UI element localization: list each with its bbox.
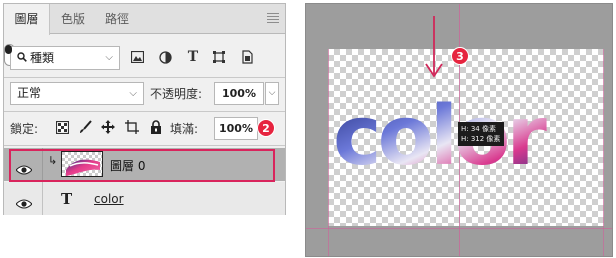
opacity-slider-toggle[interactable]: ⌵: [265, 82, 279, 105]
measurement-line-1: H: 34 像素: [461, 125, 496, 133]
panel-tab-bar: 圖層 色版 路徑: [4, 4, 285, 35]
tab-channels[interactable]: 色版: [52, 4, 94, 34]
chevron-down-icon: ⌵: [105, 52, 113, 63]
adjustment-filter-icon[interactable]: [157, 49, 173, 65]
measurement-tooltip: H: 34 像素 H: 312 像素: [458, 122, 504, 146]
layers-panel: 圖層 色版 路徑 種類 ⌵ T 正常 ⌵ 不透明度: 100% ⌵ 鎖定: 填滿…: [3, 3, 286, 215]
fill-label: 填滿:: [170, 122, 199, 136]
layer-filter-row: 種類 ⌵ T: [4, 44, 285, 74]
step-callout-3: 3: [451, 47, 469, 65]
lock-all-icon[interactable]: [148, 119, 164, 135]
lock-position-icon[interactable]: [100, 119, 116, 135]
image-filter-icon[interactable]: [129, 49, 145, 65]
smart-object-filter-icon[interactable]: [239, 49, 255, 65]
eye-icon[interactable]: [15, 194, 33, 209]
lock-paint-icon[interactable]: [77, 119, 93, 135]
type-filter-icon[interactable]: T: [185, 49, 201, 65]
layer-name[interactable]: color: [94, 192, 124, 206]
lock-row: 鎖定: 填滿: 100% 2: [4, 114, 285, 142]
tab-layers[interactable]: 圖層: [4, 4, 50, 35]
divider: [4, 77, 285, 78]
lock-artboard-icon[interactable]: [124, 119, 140, 135]
layer-row-text[interactable]: T color: [4, 182, 285, 215]
measurement-line-2: H: 312 像素: [461, 135, 501, 143]
blend-mode-value: 正常: [17, 86, 42, 100]
divider: [42, 182, 43, 215]
divider: [4, 111, 285, 112]
lock-label: 鎖定:: [10, 122, 39, 136]
hamburger-icon[interactable]: [267, 13, 279, 23]
shape-filter-icon[interactable]: [211, 49, 227, 65]
lock-transparent-icon[interactable]: [54, 119, 70, 135]
divider: [4, 145, 285, 146]
chevron-down-icon: ⌵: [129, 88, 137, 99]
filter-kind-label: 種類: [30, 51, 55, 65]
type-layer-icon: T: [61, 190, 73, 208]
selection-highlight: [9, 149, 275, 182]
search-icon: [17, 47, 27, 69]
fill-input[interactable]: 100%: [214, 117, 258, 140]
canvas-view[interactable]: color 3 H: 34 像素 H: 312 像素: [305, 3, 613, 257]
opacity-label: 不透明度:: [150, 87, 203, 101]
step-callout-2: 2: [257, 119, 275, 137]
blend-row: 正常 ⌵ 不透明度: 100% ⌵: [4, 80, 285, 108]
opacity-input[interactable]: 100%: [214, 82, 264, 105]
filter-kind-select[interactable]: 種類 ⌵: [10, 46, 120, 70]
blend-mode-select[interactable]: 正常 ⌵: [10, 82, 144, 105]
tab-paths[interactable]: 路徑: [96, 4, 138, 34]
